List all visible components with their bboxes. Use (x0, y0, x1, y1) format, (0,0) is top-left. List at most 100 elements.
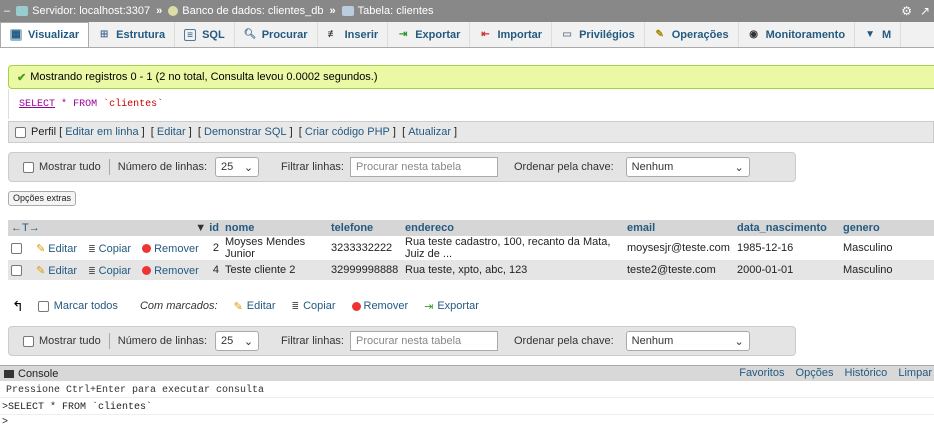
tab-exportar[interactable]: ⇥ Exportar (388, 22, 471, 47)
console-bookmarks-link[interactable]: Favoritos (739, 367, 784, 379)
sql-keyword-select[interactable]: SELECT (19, 99, 55, 110)
console-history-link[interactable]: Histórico (845, 367, 888, 379)
breadcrumb-database[interactable]: Banco de dados: clientes_db (168, 5, 324, 17)
sql-query[interactable]: SELECT * FROM `clientes` (8, 89, 934, 119)
bulk-export-button[interactable]: ⇥ Exportar (424, 300, 479, 313)
column-header-id[interactable]: ▼ id (52, 220, 222, 236)
rows-select[interactable]: 25 ⌄ (215, 331, 260, 351)
breadcrumb-server[interactable]: Servidor: localhost:3307 (16, 5, 150, 17)
cell-telefone[interactable]: 32999998888 (328, 260, 402, 280)
link-edit-inline[interactable]: Editar em linha (65, 126, 138, 138)
rows-value: 25 (221, 161, 234, 173)
tab-sql[interactable]: ≡ SQL (175, 22, 235, 47)
edit-label: Editar (48, 242, 78, 255)
console-title[interactable]: Console (18, 368, 58, 380)
tab-more[interactable]: ▼ M (855, 22, 902, 47)
cell-endereco[interactable]: Rua teste, xpto, abc, 123 (402, 260, 624, 280)
extra-options-button[interactable]: Opções extras (8, 191, 77, 206)
cell-telefone[interactable]: 3233332222 (328, 236, 402, 260)
cell-genero[interactable]: Masculino (840, 260, 934, 280)
tab-estrutura[interactable]: ⊞ Estrutura (89, 22, 176, 47)
filter-input[interactable]: Procurar nesta tabela (350, 331, 498, 351)
row-checkbox[interactable] (11, 265, 22, 277)
remove-icon (351, 301, 361, 311)
edit-action[interactable]: ✎ Editar (36, 243, 77, 255)
filter-input[interactable]: Procurar nesta tabela (350, 157, 498, 177)
bulk-edit-button[interactable]: ✎ Editar (234, 300, 276, 313)
sql-star: * (61, 98, 68, 110)
remove-action[interactable]: Remover (142, 265, 199, 277)
export-icon: ⇥ (424, 300, 434, 313)
console-header[interactable]: Console Favoritos Opções Histórico Limpa… (0, 365, 934, 381)
link-edit[interactable]: Editar (157, 126, 186, 138)
sort-label: Ordenar pela chave: (514, 335, 614, 347)
link-explain-sql[interactable]: Demonstrar SQL (204, 126, 287, 138)
tab-importar[interactable]: ⇤ Importar (470, 22, 553, 47)
show-all-checkbox[interactable] (23, 335, 34, 347)
bulk-remove-button[interactable]: Remover (351, 300, 408, 312)
sort-select[interactable]: Nenhum ⌄ (625, 331, 750, 351)
search-icon: 🔍︎ (243, 28, 257, 40)
column-header-data-nascimento[interactable]: data_nascimento (734, 220, 840, 236)
results-table: ←T→ ▼ id nome telefone endereco email da… (8, 220, 934, 280)
column-arrows[interactable]: ←T→ (8, 220, 52, 236)
column-header-telefone[interactable]: telefone (328, 220, 402, 236)
bulk-export-label: Exportar (437, 300, 479, 312)
gear-icon[interactable]: ⚙ (901, 4, 912, 18)
breadcrumb-table[interactable]: Tabela: clientes (341, 5, 434, 17)
row-checkbox[interactable] (11, 243, 22, 255)
column-header-nome[interactable]: nome (222, 220, 328, 236)
mark-all-label[interactable]: Marcar todos (54, 300, 118, 312)
remove-action[interactable]: Remover (142, 243, 199, 255)
collapse-icon[interactable]: – (4, 5, 10, 17)
console-input[interactable]: > (0, 415, 934, 430)
column-label: genero (843, 222, 880, 234)
copy-action[interactable]: ≣ Copiar (88, 265, 131, 277)
column-label: data_nascimento (737, 222, 827, 234)
rows-value: 25 (221, 335, 234, 347)
chevron-down-icon: ⌄ (734, 161, 744, 174)
cell-data-nascimento[interactable]: 2000-01-01 (734, 260, 840, 280)
sort-select[interactable]: Nenhum ⌄ (625, 157, 750, 177)
server-icon (16, 6, 29, 16)
column-label: email (627, 222, 656, 234)
column-header-endereco[interactable]: endereco (402, 220, 624, 236)
console-clear-link[interactable]: Limpar (898, 367, 932, 379)
rows-select[interactable]: 25 ⌄ (215, 157, 260, 177)
link-create-php[interactable]: Criar código PHP (305, 126, 390, 138)
bulk-copy-button[interactable]: ≣ Copiar (292, 300, 336, 312)
cell-endereco[interactable]: Rua teste cadastro, 100, recanto da Mata… (402, 236, 624, 260)
cell-email[interactable]: teste2@teste.com (624, 260, 734, 280)
cell-genero[interactable]: Masculino (840, 236, 934, 260)
tab-label: Importar (497, 28, 543, 41)
column-header-email[interactable]: email (624, 220, 734, 236)
tab-procurar[interactable]: 🔍︎ Procurar (235, 22, 318, 47)
tab-inserir[interactable]: ≢ Inserir (318, 22, 389, 47)
console-links: Favoritos Opções Histórico Limpar (731, 367, 932, 379)
cell-email[interactable]: moysesjr@teste.com (624, 236, 734, 260)
navigation-bar-bottom: Mostrar tudo Número de linhas: 25 ⌄ Filtr… (8, 326, 796, 356)
chevron-down-icon: ⌄ (243, 161, 254, 174)
mark-all-checkbox[interactable] (37, 300, 49, 312)
cell-nome[interactable]: Teste cliente 2 (222, 260, 328, 280)
show-all-checkbox[interactable] (23, 161, 34, 173)
copy-action[interactable]: ≣ Copiar (88, 243, 131, 255)
tab-monitoramento[interactable]: ◉ Monitoramento (739, 22, 856, 47)
console-icon (4, 369, 14, 378)
cell-nome[interactable]: Moyses Mendes Junior (222, 236, 328, 260)
tab-visualizar[interactable]: ▦ Visualizar (0, 22, 90, 47)
console-options-link[interactable]: Opções (796, 367, 834, 379)
tab-operacoes[interactable]: ✎ Operações (645, 22, 739, 47)
tab-privilegios[interactable]: ▭ Privilégios (552, 22, 645, 47)
edit-action[interactable]: ✎ Editar (36, 265, 77, 277)
column-header-genero[interactable]: genero (840, 220, 934, 236)
rows-label: Número de linhas: (117, 161, 208, 173)
profile-label: Perfil (31, 126, 57, 138)
copy-label: Copiar (98, 264, 132, 277)
expand-icon[interactable]: ↗ (920, 4, 930, 18)
bulk-copy-label: Copiar (303, 300, 336, 312)
console-history-entry[interactable]: >SELECT * FROM `clientes` (0, 400, 934, 415)
cell-data-nascimento[interactable]: 1985-12-16 (734, 236, 840, 260)
profile-checkbox[interactable] (15, 126, 26, 138)
link-refresh[interactable]: Atualizar (408, 126, 451, 138)
